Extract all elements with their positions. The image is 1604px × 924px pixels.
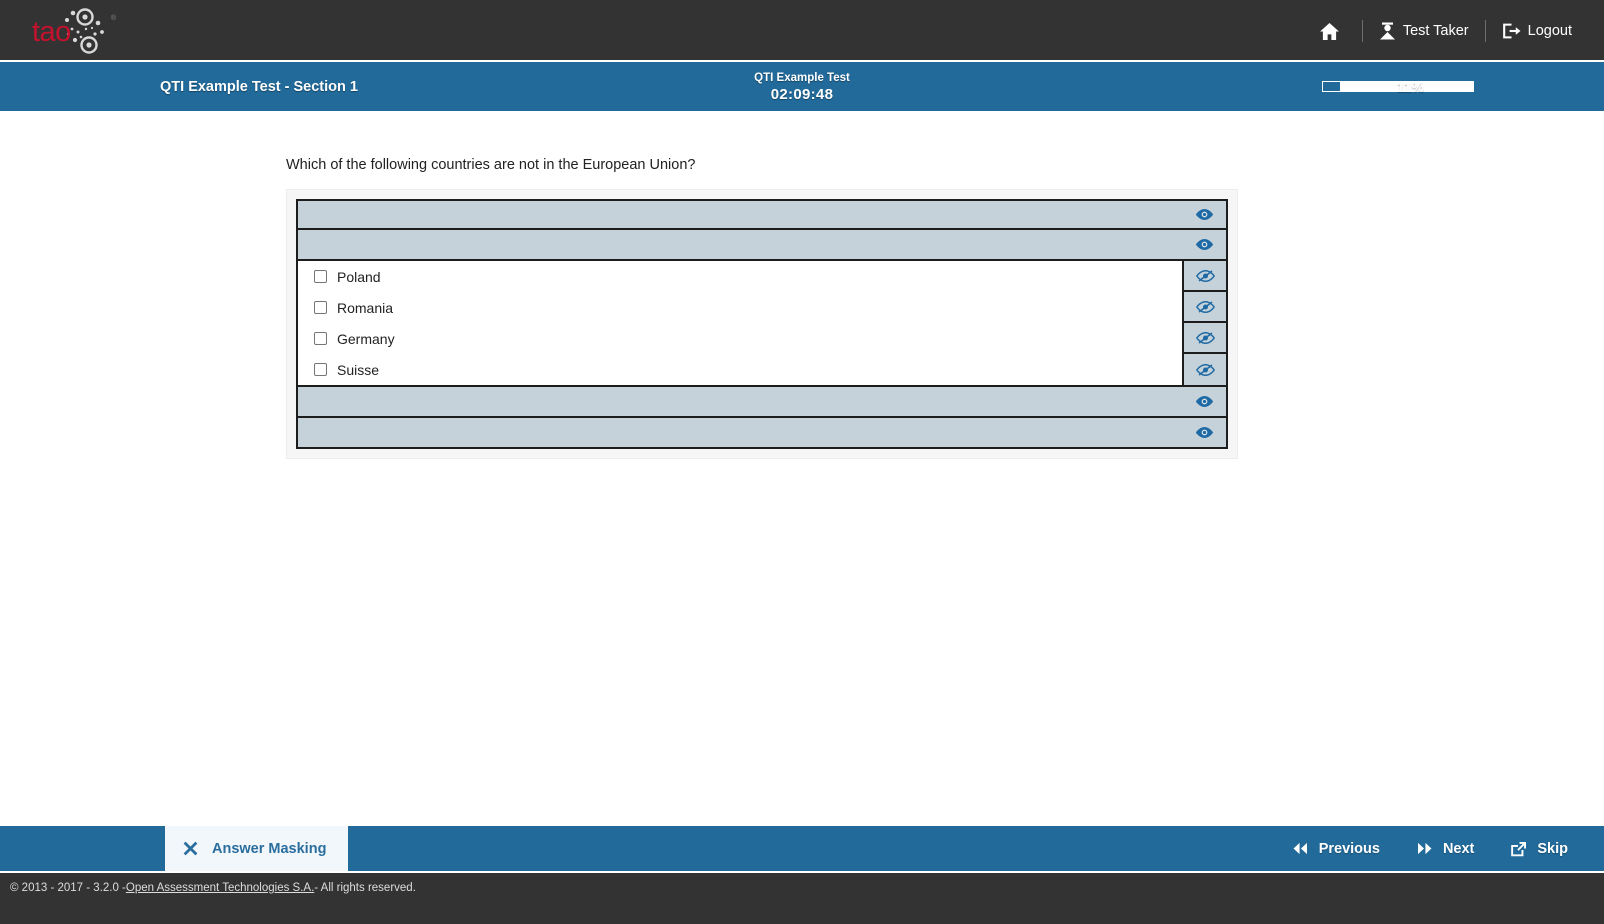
visible-choice-list: Poland Romania Germany Suisse — [298, 261, 1182, 385]
answer-masking-button[interactable]: Answer Masking — [165, 826, 349, 871]
mask-toggle-button[interactable] — [1184, 354, 1226, 385]
masked-row[interactable] — [296, 199, 1228, 230]
eye-slash-icon — [1195, 269, 1215, 282]
item-content-area: Which of the following countries are not… — [0, 111, 1604, 924]
choice-list: Poland Romania Germany Suisse — [296, 199, 1228, 449]
next-button[interactable]: Next — [1398, 826, 1492, 871]
eye-icon — [1195, 427, 1213, 438]
answer-masking-label: Answer Masking — [212, 840, 327, 857]
test-taker-button[interactable]: Test Taker — [1363, 11, 1485, 51]
choice-checkbox[interactable] — [314, 363, 327, 376]
previous-button[interactable]: Previous — [1274, 826, 1398, 871]
close-x-icon — [183, 841, 198, 856]
top-header-bar: tao ® Test Taker Logout — [0, 0, 1604, 62]
copyright-suffix: - All rights reserved. — [314, 882, 416, 894]
mask-toggle-button[interactable] — [1184, 323, 1226, 354]
skip-label: Skip — [1537, 840, 1568, 857]
choice-label: Poland — [337, 268, 381, 285]
previous-label: Previous — [1318, 840, 1380, 857]
tao-logo[interactable]: tao ® — [28, 4, 118, 58]
logout-icon — [1502, 23, 1521, 39]
choice-checkbox[interactable] — [314, 332, 327, 345]
question-prompt: Which of the following countries are not… — [286, 157, 696, 173]
progress-fill — [1323, 82, 1340, 91]
home-icon — [1319, 22, 1339, 40]
choice-item[interactable]: Suisse — [298, 354, 1182, 385]
choice-item[interactable]: Romania — [298, 292, 1182, 323]
choice-label: Suisse — [337, 361, 380, 378]
mask-toggle-button[interactable] — [1184, 292, 1226, 323]
skip-icon — [1511, 841, 1527, 856]
next-icon — [1417, 842, 1432, 855]
choice-item[interactable]: Germany — [298, 323, 1182, 354]
top-actions: Test Taker Logout — [1304, 0, 1588, 62]
choice-interaction-panel: Poland Romania Germany Suisse — [286, 189, 1238, 459]
copyright-text: © 2013 - 2017 - 3.2.0 - Open Assessment … — [10, 882, 416, 894]
choice-item[interactable]: Poland — [298, 261, 1182, 292]
next-label: Next — [1442, 840, 1475, 857]
eye-slash-icon — [1195, 300, 1215, 313]
test-taker-label: Test Taker — [1402, 23, 1469, 39]
mask-toggle-button[interactable] — [1182, 230, 1226, 259]
eye-icon — [1195, 209, 1213, 220]
logo-wordmark: tao — [32, 16, 71, 48]
navigation-buttons: Previous Next Skip — [1274, 826, 1586, 871]
user-icon — [1379, 22, 1395, 40]
choice-label: Romania — [337, 299, 394, 316]
choice-mask-toggles — [1182, 261, 1226, 385]
choice-label: Germany — [337, 330, 395, 347]
eye-slash-icon — [1195, 363, 1215, 376]
logout-label: Logout — [1527, 23, 1572, 39]
progress-percent-label: 11% — [1396, 78, 1424, 95]
logout-button[interactable]: Logout — [1486, 11, 1588, 51]
eye-slash-icon — [1195, 331, 1215, 344]
mask-toggle-button[interactable] — [1182, 387, 1226, 416]
logo-trademark: ® — [110, 15, 116, 22]
mask-toggle-button[interactable] — [1182, 418, 1226, 447]
home-button[interactable] — [1304, 11, 1362, 51]
masked-row[interactable] — [296, 230, 1228, 261]
copyright-prefix: © 2013 - 2017 - 3.2.0 - — [10, 882, 126, 894]
page-footer: © 2013 - 2017 - 3.2.0 - Open Assessment … — [0, 871, 1604, 924]
skip-button[interactable]: Skip — [1492, 826, 1586, 871]
masked-row[interactable] — [296, 387, 1228, 418]
test-action-bar: Answer Masking Previous Next Skip — [0, 826, 1604, 871]
eye-icon — [1195, 396, 1213, 407]
mask-toggle-button[interactable] — [1182, 201, 1226, 228]
previous-icon — [1293, 842, 1307, 855]
qti-item: Which of the following countries are not… — [286, 155, 1246, 459]
test-runner-page: tao ® Test Taker Logout QTI Example Test… — [0, 0, 1604, 924]
eye-icon — [1195, 239, 1213, 250]
masked-row[interactable] — [296, 418, 1228, 449]
visible-choices-group: Poland Romania Germany Suisse — [296, 261, 1228, 387]
choice-checkbox[interactable] — [314, 270, 327, 283]
company-link[interactable]: Open Assessment Technologies S.A. — [126, 882, 314, 894]
test-title-bar: QTI Example Test - Section 1 QTI Example… — [0, 62, 1604, 111]
mask-toggle-button[interactable] — [1184, 261, 1226, 292]
choice-checkbox[interactable] — [314, 301, 327, 314]
